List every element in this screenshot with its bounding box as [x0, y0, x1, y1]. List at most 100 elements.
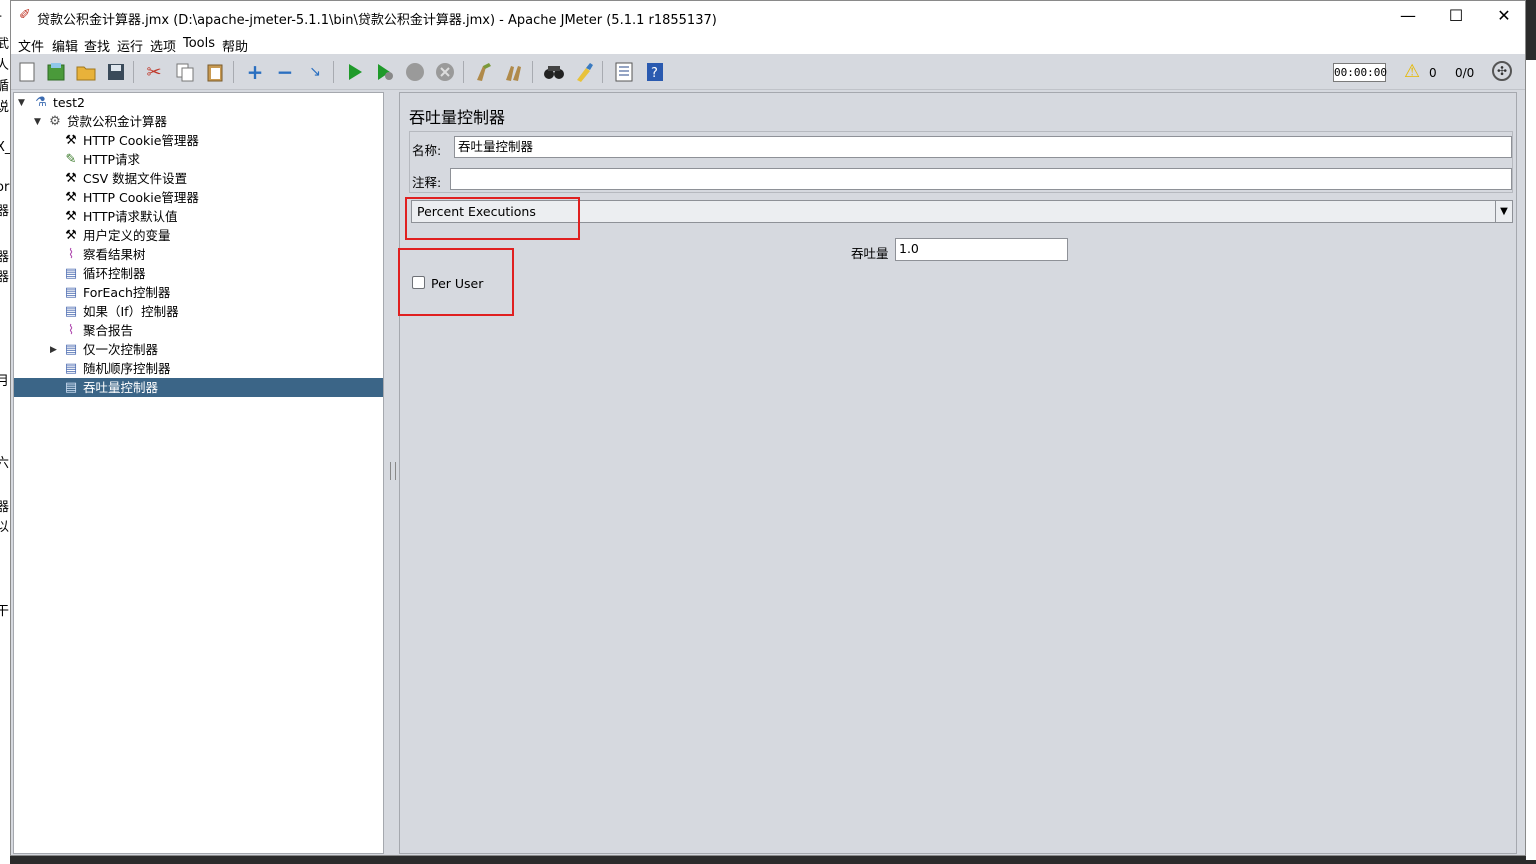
menu-edit[interactable]: 编辑: [52, 36, 78, 55]
controller-icon: ▤: [64, 342, 78, 357]
stop-icon[interactable]: [403, 60, 427, 84]
throughput-controller-panel: 吞吐量控制器 名称: 吞吐量控制器 注释: Percent Executions…: [398, 92, 1517, 854]
toolbar-separator: [602, 61, 603, 83]
tree-node[interactable]: ⚒ HTTP Cookie管理器: [62, 188, 199, 207]
copy-icon[interactable]: [173, 60, 197, 84]
tree-node[interactable]: ⚒ CSV 数据文件设置: [62, 169, 187, 188]
highlight-box-per-user: [398, 248, 514, 316]
menu-bar: 文件 编辑 查找 运行 选项 Tools 帮助: [11, 32, 1525, 55]
toggle-icon[interactable]: ↘: [303, 60, 327, 84]
menu-options[interactable]: 选项: [150, 36, 176, 55]
controller-icon: ▤: [64, 361, 78, 376]
window-title: 贷款公积金计算器.jmx (D:\apache-jmeter-5.1.1\bin…: [37, 13, 717, 28]
reset-search-icon[interactable]: [572, 60, 596, 84]
templates-icon[interactable]: [44, 60, 68, 84]
tree-node[interactable]: ▤ 循环控制器: [62, 264, 146, 283]
menu-tools[interactable]: Tools: [183, 36, 215, 51]
tree-node-selected[interactable]: ▤ 吞吐量控制器: [14, 378, 383, 397]
shutdown-icon[interactable]: [433, 60, 457, 84]
controller-icon: ▤: [64, 304, 78, 319]
name-comment-box: 名称: 吞吐量控制器 注释:: [409, 131, 1513, 193]
collapsed-arrow-icon[interactable]: ▶: [50, 345, 57, 355]
menu-search[interactable]: 查找: [84, 36, 110, 55]
toolbar-separator: [333, 61, 334, 83]
open-folder-icon[interactable]: [74, 60, 98, 84]
split-pane-divider[interactable]: [388, 92, 397, 854]
controller-icon: ▤: [64, 380, 78, 395]
menu-run[interactable]: 运行: [117, 36, 143, 55]
warning-count: 0: [1429, 66, 1437, 80]
chart-icon: ⌇: [67, 247, 75, 262]
expand-icon[interactable]: +: [243, 60, 267, 84]
panel-title: 吞吐量控制器: [409, 108, 506, 127]
function-helper-icon[interactable]: [612, 60, 636, 84]
menu-file[interactable]: 文件: [18, 36, 44, 55]
highlight-box-mode: [405, 197, 580, 240]
wrench-icon: ⚒: [65, 228, 77, 243]
name-field[interactable]: 吞吐量控制器: [454, 136, 1512, 158]
gear-icon: ⚙: [49, 114, 61, 129]
tree-node[interactable]: ⚒ 用户定义的变量: [62, 226, 170, 245]
controller-icon: ▤: [64, 285, 78, 300]
tree-node[interactable]: ⌇ 聚合报告: [62, 321, 133, 340]
new-icon[interactable]: [15, 60, 39, 84]
name-label: 名称:: [412, 143, 442, 158]
start-no-pauses-icon[interactable]: [373, 60, 397, 84]
toolbar-separator: [233, 61, 234, 83]
toolbar-separator: [532, 61, 533, 83]
throughput-label: 吞吐量: [851, 246, 889, 261]
toolbar: ✂ + − ↘ ?: [11, 55, 1525, 90]
background-window-left: r武人循 说X_or器 器器月六 器以干: [0, 0, 10, 864]
search-icon[interactable]: [542, 60, 566, 84]
throughput-field[interactable]: 1.0: [895, 238, 1068, 261]
tree-node[interactable]: ▤ 仅一次控制器: [62, 340, 158, 359]
tree-node-root[interactable]: ⚗ test2: [32, 93, 85, 112]
wrench-icon: ⚒: [65, 171, 77, 186]
paste-icon[interactable]: [203, 60, 227, 84]
chart-icon: ⌇: [67, 323, 75, 338]
comment-field[interactable]: [450, 168, 1512, 190]
toolbar-separator: [133, 61, 134, 83]
warning-icon[interactable]: ⚠: [1404, 61, 1420, 82]
close-button[interactable]: ✕: [1481, 1, 1527, 32]
title-bar: ✐ 贷款公积金计算器.jmx (D:\apache-jmeter-5.1.1\b…: [11, 1, 1525, 32]
chevron-down-icon[interactable]: ▼: [1495, 201, 1512, 222]
clear-icon[interactable]: [472, 60, 496, 84]
background-window-right: [1526, 60, 1536, 860]
help-icon[interactable]: ?: [643, 60, 667, 84]
clear-all-icon[interactable]: [502, 60, 526, 84]
tree-node[interactable]: ▤ 随机顺序控制器: [62, 359, 171, 378]
tree-node[interactable]: ✎ HTTP请求: [62, 150, 140, 169]
minimize-button[interactable]: —: [1385, 1, 1431, 32]
remote-globe-icon[interactable]: ✣: [1492, 61, 1512, 81]
tree-node[interactable]: ▤ 如果（If）控制器: [62, 302, 179, 321]
elapsed-timer: 00:00:00: [1333, 63, 1387, 82]
wrench-icon: ⚒: [65, 190, 77, 205]
flask-icon: ⚗: [35, 95, 47, 110]
svg-text:?: ?: [651, 66, 658, 81]
test-plan-tree: ▼ ⚗ test2 ▼ ⚙ 贷款公积金计算器 ⚒ HTTP Cookie管理器 ✎ HT…: [13, 92, 384, 854]
menu-help[interactable]: 帮助: [222, 36, 248, 55]
jmeter-window: ✐ 贷款公积金计算器.jmx (D:\apache-jmeter-5.1.1\b…: [10, 0, 1526, 856]
expand-arrow-icon[interactable]: ▼: [18, 98, 25, 108]
tree-node[interactable]: ⚒ HTTP请求默认值: [62, 207, 177, 226]
tree-node[interactable]: ⌇ 察看结果树: [62, 245, 146, 264]
wrench-icon: ⚒: [65, 133, 77, 148]
collapse-icon[interactable]: −: [273, 60, 297, 84]
jmeter-feather-icon: ✐: [19, 7, 31, 23]
tree-node-thread-group[interactable]: ⚙ 贷款公积金计算器: [46, 112, 167, 131]
start-icon[interactable]: [343, 60, 367, 84]
cut-icon[interactable]: ✂: [142, 60, 166, 84]
active-threads: 0/0: [1455, 66, 1475, 80]
maximize-button[interactable]: ☐: [1433, 1, 1479, 32]
comment-label: 注释:: [412, 175, 442, 190]
save-icon[interactable]: [104, 60, 128, 84]
expand-arrow-icon[interactable]: ▼: [34, 117, 41, 127]
tree-node[interactable]: ⚒ HTTP Cookie管理器: [62, 131, 199, 150]
tree-node[interactable]: ▤ ForEach控制器: [62, 283, 171, 302]
splitter-grip: [390, 462, 396, 480]
wrench-icon: ⚒: [65, 209, 77, 224]
pipette-icon: ✎: [65, 152, 77, 167]
toolbar-separator: [463, 61, 464, 83]
controller-icon: ▤: [64, 266, 78, 281]
